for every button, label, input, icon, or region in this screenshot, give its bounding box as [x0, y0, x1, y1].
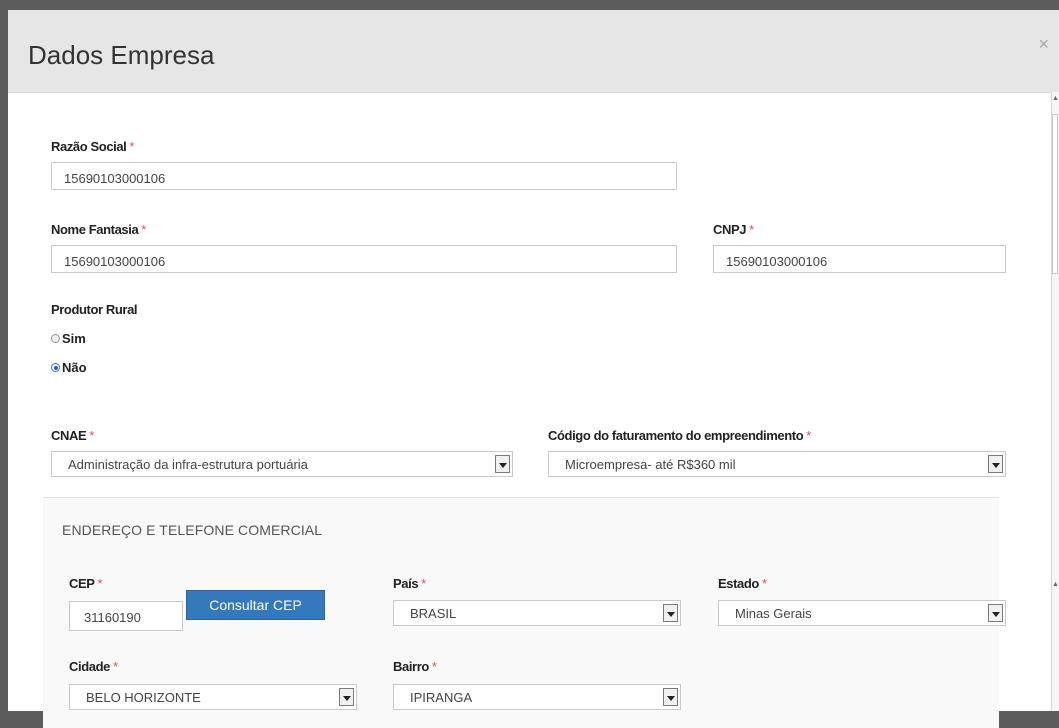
cidade-label-text: Cidade [69, 659, 110, 674]
chevron-down-icon[interactable] [663, 688, 678, 706]
chevron-down-icon[interactable] [339, 688, 354, 706]
required-marker: * [806, 428, 811, 443]
chevron-down-icon[interactable] [988, 455, 1003, 473]
bairro-label-text: Bairro [393, 659, 429, 674]
radio-sim-button[interactable] [51, 334, 60, 343]
pais-label-text: País [393, 576, 419, 591]
faturamento-label-text: Código do faturamento do empreendimento [548, 428, 804, 443]
razao-social-label: Razão Social * [51, 139, 134, 154]
estado-select-value: Minas Gerais [735, 606, 812, 621]
required-marker: * [89, 428, 94, 443]
modal-title: Dados Empresa [28, 40, 215, 70]
cep-label-text: CEP [69, 576, 95, 591]
cnae-label: CNAE * [51, 428, 94, 443]
estado-label-text: Estado [718, 576, 759, 591]
vertical-scrollbar[interactable]: ▲ ▲ [1051, 92, 1059, 711]
estado-select[interactable]: Minas Gerais [718, 600, 1006, 626]
radio-nao-button[interactable] [51, 363, 60, 372]
cnpj-label: CNPJ * [713, 222, 754, 237]
required-marker: * [97, 576, 103, 591]
section-title: ENDEREÇO E TELEFONE COMERCIAL [62, 522, 323, 538]
cep-input[interactable]: 31160190 [69, 601, 183, 631]
chevron-down-icon[interactable] [663, 604, 678, 622]
cnpj-label-text: CNPJ [713, 222, 747, 237]
required-marker: * [421, 576, 426, 591]
nome-fantasia-label: Nome Fantasia * [51, 222, 146, 237]
required-marker: * [129, 139, 135, 154]
faturamento-label: Código do faturamento do empreendimento * [548, 428, 811, 443]
required-marker: * [112, 659, 118, 674]
produtor-rural-label: Produtor Rural [51, 302, 138, 317]
cnae-select-value: Administração da infra-estrutura portuár… [68, 457, 308, 472]
required-marker: * [749, 222, 754, 237]
razao-social-input[interactable]: 15690103000106 [51, 162, 677, 190]
bairro-select-value: IPIRANGA [410, 690, 473, 705]
chevron-down-icon[interactable] [988, 604, 1003, 622]
close-icon[interactable]: × [1038, 34, 1049, 55]
radio-nao[interactable]: Não [51, 360, 87, 375]
required-marker: * [761, 576, 767, 591]
cidade-select-value: BELO HORIZONTE [86, 690, 201, 705]
razao-social-label-text: Razão Social [51, 139, 127, 154]
cidade-select[interactable]: BELO HORIZONTE [69, 684, 357, 710]
scroll-thumb[interactable] [1052, 114, 1058, 274]
radio-nao-label: Não [62, 360, 87, 375]
faturamento-select[interactable]: Microempresa- até R$360 mil [548, 451, 1006, 477]
nome-fantasia-input[interactable]: 15690103000106 [51, 245, 677, 273]
chevron-down-icon[interactable] [495, 455, 510, 473]
consultar-cep-button[interactable]: Consultar CEP [186, 590, 325, 620]
cnae-label-text: CNAE [51, 428, 87, 443]
modal-header: Dados Empresa × [8, 10, 1059, 93]
pais-select-value: BRASIL [410, 606, 457, 621]
scroll-down-icon[interactable]: ▲ [1052, 581, 1059, 588]
required-marker: * [141, 222, 146, 237]
radio-sim-label: Sim [62, 331, 86, 346]
radio-sim[interactable]: Sim [51, 331, 86, 346]
bairro-select[interactable]: IPIRANGA [393, 684, 681, 710]
cidade-label: Cidade * [69, 659, 118, 674]
nome-fantasia-label-text: Nome Fantasia [51, 222, 139, 237]
scroll-up-icon[interactable]: ▲ [1052, 95, 1059, 102]
required-marker: * [431, 659, 437, 674]
cep-label: CEP * [69, 576, 103, 591]
cnpj-input[interactable]: 15690103000106 [713, 245, 1006, 273]
estado-label: Estado * [718, 576, 767, 591]
pais-label: País * [393, 576, 426, 591]
cnae-select[interactable]: Administração da infra-estrutura portuár… [51, 451, 513, 477]
faturamento-select-value: Microempresa- até R$360 mil [565, 457, 736, 472]
pais-select[interactable]: BRASIL [393, 600, 681, 626]
bairro-label: Bairro * [393, 659, 437, 674]
